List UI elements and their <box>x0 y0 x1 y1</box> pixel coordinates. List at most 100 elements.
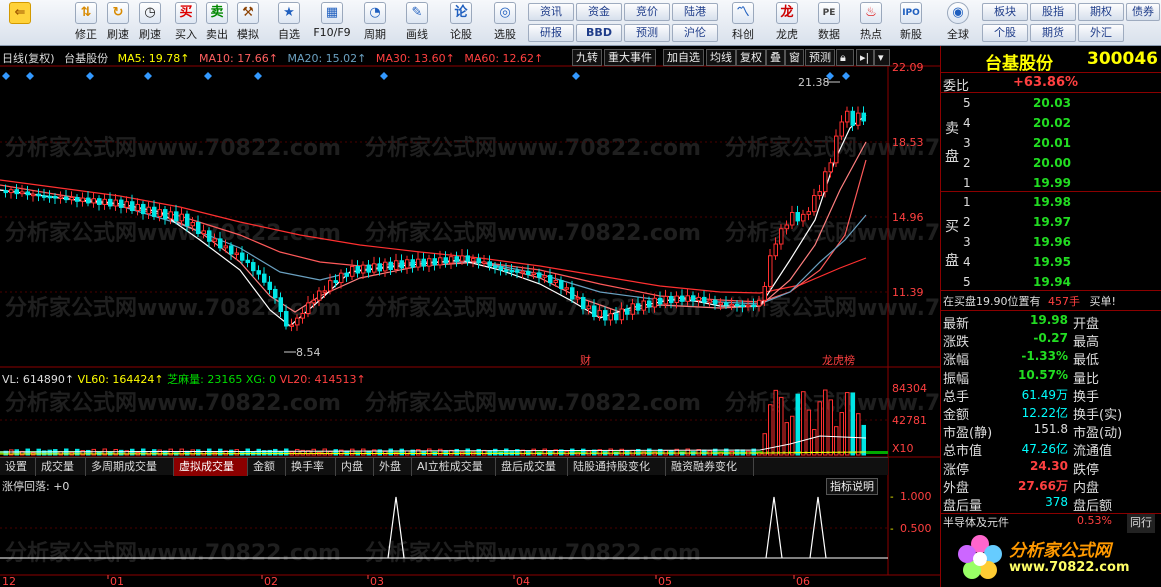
logo-text: 分析家公式网 <box>1009 541 1111 561</box>
ma-button[interactable]: 均线 <box>706 49 736 66</box>
candle <box>36 193 41 197</box>
candle <box>553 279 558 284</box>
dragon-tiger-marker[interactable]: 龙虎榜 <box>822 353 855 367</box>
volume-bar <box>735 449 740 456</box>
buy-price[interactable]: 19.96 <box>1033 235 1071 254</box>
sell-price[interactable]: 19.99 <box>1033 176 1071 195</box>
peer-button[interactable]: 同行 <box>1127 514 1155 533</box>
expand-button[interactable]: ▸| <box>856 49 874 66</box>
tab-turnover[interactable]: 换手率 <box>286 458 336 476</box>
buy-price[interactable]: 19.95 <box>1033 255 1071 274</box>
tab-margin[interactable]: 融资融券变化 <box>666 458 754 476</box>
candle <box>652 297 657 308</box>
volume-bar <box>399 448 404 456</box>
candle <box>14 189 19 195</box>
add-favorite-button[interactable]: 加自选 <box>663 49 704 66</box>
adjust-button[interactable]: 复权 <box>736 49 766 66</box>
overlay-button[interactable]: 叠 <box>766 49 785 66</box>
candle <box>262 273 267 283</box>
index-button[interactable]: 股指 <box>1030 3 1076 21</box>
flower-logo-icon <box>955 532 1005 582</box>
volume-bar <box>784 422 789 456</box>
candle <box>515 270 520 273</box>
candle <box>614 313 619 321</box>
sell-level: 5 <box>963 96 971 110</box>
buy-price[interactable]: 19.97 <box>1033 215 1071 234</box>
predict-button[interactable]: 预测 <box>805 49 835 66</box>
candle <box>168 211 173 220</box>
candle <box>839 121 844 137</box>
month-axis: 12 01 02 03 04 05 06 <box>2 575 810 587</box>
tab-settings[interactable]: 设置 <box>0 458 36 476</box>
candle <box>311 299 316 304</box>
sell-price[interactable]: 20.03 <box>1033 96 1071 115</box>
candle <box>559 279 564 289</box>
bonds-button[interactable]: 债券 <box>1126 3 1160 21</box>
candle <box>856 112 861 126</box>
candle <box>333 280 338 284</box>
tab-ai-volume[interactable]: AI立桩成交量 <box>412 458 496 476</box>
tab-northbound[interactable]: 陆股通持股变化 <box>568 458 666 476</box>
buy-price[interactable]: 19.98 <box>1033 195 1071 214</box>
sell-level: 3 <box>963 136 971 150</box>
tab-inner[interactable]: 内盘 <box>336 458 374 476</box>
indicator-help-button[interactable]: 指标说明 <box>826 478 878 495</box>
chart-period[interactable]: 日线(复权) <box>2 52 55 65</box>
nine-turn-button[interactable]: 九转 <box>572 49 602 66</box>
futures-button[interactable]: 期货 <box>1030 24 1076 42</box>
vl20-line <box>0 435 867 453</box>
stat-label: 盘后量 <box>943 499 983 514</box>
kline-chart[interactable]: 分析家公式网www.70822.com 分析家公式网www.70822.com … <box>0 0 940 587</box>
candle <box>476 258 481 264</box>
candle <box>394 260 399 270</box>
options-button[interactable]: 期权 <box>1078 3 1124 21</box>
volume-bar <box>443 450 448 456</box>
candle <box>91 198 96 204</box>
tab-virtual-volume[interactable]: 虚拟成交量 <box>174 458 248 476</box>
volume-bar <box>762 433 767 456</box>
buy-label: 盘 <box>945 253 959 269</box>
buy-price[interactable]: 19.94 <box>1033 275 1071 294</box>
forex-button[interactable]: 外汇 <box>1078 24 1124 42</box>
sector-name[interactable]: 半导体及元件 <box>943 514 1009 533</box>
tab-amount[interactable]: 金额 <box>248 458 286 476</box>
month-tick: 06 <box>796 575 810 587</box>
sell-price[interactable]: 20.02 <box>1033 116 1071 135</box>
stat-value: 47.26亿 <box>1021 442 1068 457</box>
stat-label: 开盘 <box>1073 317 1100 332</box>
candle <box>575 296 580 300</box>
lock-button[interactable]: 🔒︎ <box>836 49 854 66</box>
candle <box>410 259 415 268</box>
stock-button[interactable]: 个股 <box>982 24 1028 42</box>
event-markers[interactable] <box>2 72 850 80</box>
low-label: 8.54 <box>296 346 321 359</box>
global-button[interactable]: ◉ 全球 <box>940 2 976 44</box>
indicator-axis-arrows: -- <box>890 492 894 535</box>
tab-volume[interactable]: 成交量 <box>36 458 86 476</box>
tab-multi-period-volume[interactable]: 多周期成交量 <box>86 458 174 476</box>
candle <box>174 211 179 222</box>
candle <box>773 243 778 257</box>
candle <box>586 305 591 310</box>
finance-marker[interactable]: 财 <box>580 353 591 367</box>
candle <box>812 195 817 213</box>
candle <box>427 258 432 267</box>
candle <box>740 304 745 308</box>
candle <box>542 274 547 278</box>
candle <box>399 260 404 269</box>
tab-after-hours-volume[interactable]: 盘后成交量 <box>496 458 568 476</box>
candle <box>790 212 795 226</box>
window-button[interactable]: 窗 <box>785 49 804 66</box>
candle <box>9 189 14 194</box>
sector-button[interactable]: 板块 <box>982 3 1028 21</box>
buy-level: 2 <box>963 215 971 229</box>
candle <box>850 110 855 126</box>
sell-price[interactable]: 20.00 <box>1033 156 1071 175</box>
major-events-button[interactable]: 重大事件 <box>604 49 656 66</box>
tab-outer[interactable]: 外盘 <box>374 458 412 476</box>
candle <box>674 295 679 303</box>
sell-price[interactable]: 20.01 <box>1033 136 1071 155</box>
candle <box>355 265 360 274</box>
dropdown-button[interactable]: ▾ <box>874 49 890 66</box>
month-tick: 03 <box>370 575 384 587</box>
